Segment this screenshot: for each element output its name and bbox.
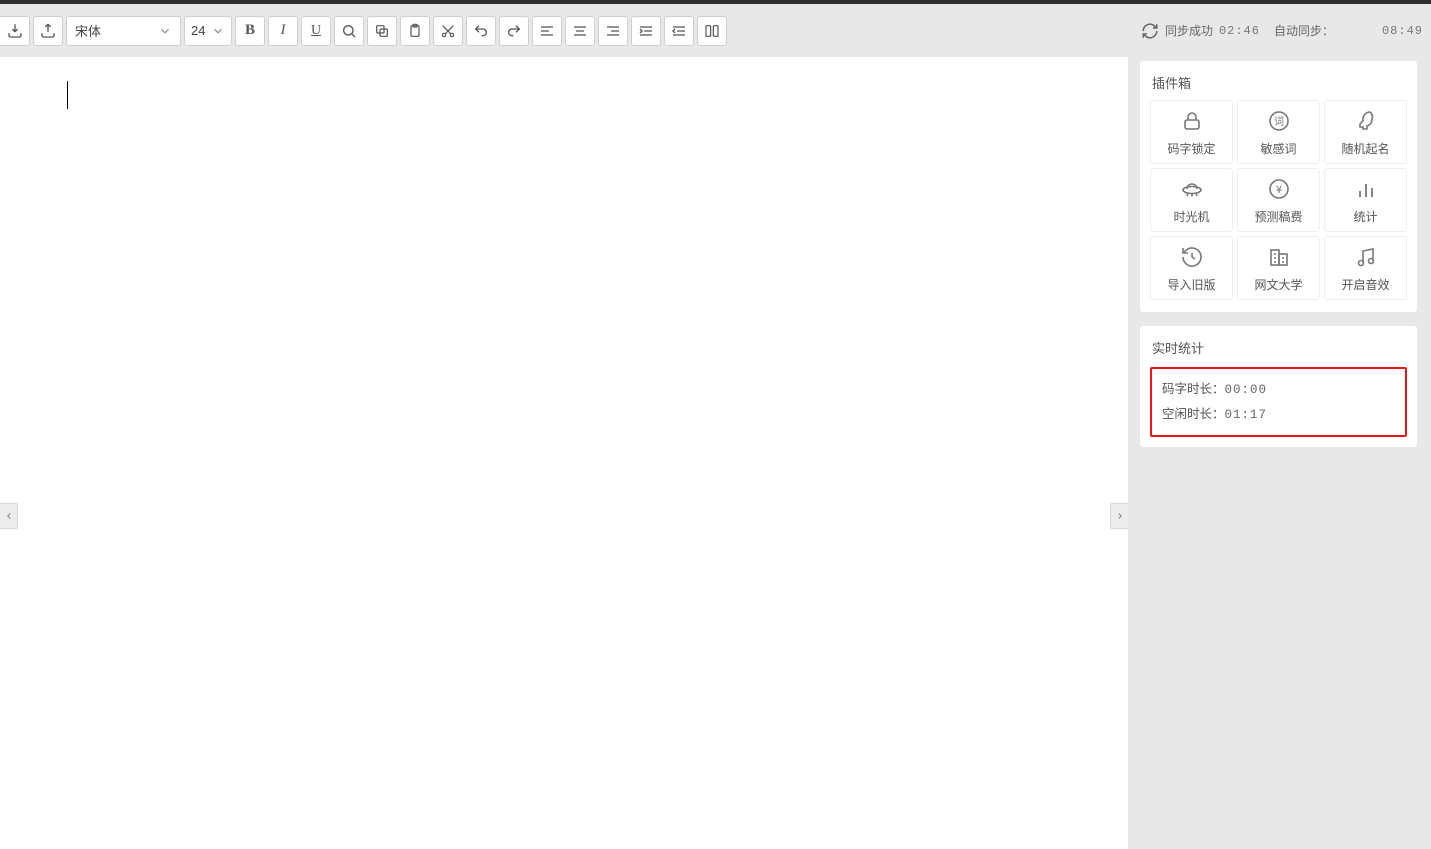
plugin-sensitive-words[interactable]: 词 敏感词 xyxy=(1237,100,1320,164)
plugin-label: 随机起名 xyxy=(1341,140,1389,157)
align-center-button[interactable] xyxy=(565,16,595,46)
import-button[interactable] xyxy=(0,16,30,46)
stat-typing-label: 码字时长： xyxy=(1162,382,1225,396)
undo-button[interactable] xyxy=(466,16,496,46)
italic-icon: I xyxy=(281,22,286,39)
plugin-import-old[interactable]: 导入旧版 xyxy=(1150,236,1233,300)
outdent-icon xyxy=(671,23,687,39)
plugin-label: 导入旧版 xyxy=(1167,276,1215,293)
underline-icon: U xyxy=(311,23,321,39)
stat-typing-value: 00:00 xyxy=(1225,383,1268,397)
plugin-label: 开启音效 xyxy=(1341,276,1389,293)
cut-button[interactable] xyxy=(433,16,463,46)
outdent-button[interactable] xyxy=(664,16,694,46)
font-size-value: 24 xyxy=(191,23,205,38)
upload-out-icon xyxy=(39,22,57,40)
plugin-random-name[interactable]: 随机起名 xyxy=(1324,100,1407,164)
plugins-grid: 码字锁定 词 敏感词 随机起名 xyxy=(1150,100,1407,300)
plugin-lock-typing[interactable]: 码字锁定 xyxy=(1150,100,1233,164)
sync-icon xyxy=(1141,22,1159,40)
paste-button[interactable] xyxy=(400,16,430,46)
undo-icon xyxy=(473,23,489,39)
chevron-left-icon xyxy=(4,509,14,523)
typesetting-button[interactable] xyxy=(697,16,727,46)
plugin-label: 敏感词 xyxy=(1260,140,1296,157)
search-icon xyxy=(341,23,357,39)
yen-icon: ¥ xyxy=(1267,176,1291,202)
bar-chart-icon xyxy=(1354,176,1378,202)
copy-icon xyxy=(374,23,390,39)
plugin-label: 预测稿费 xyxy=(1254,208,1302,225)
indent-icon xyxy=(638,23,654,39)
plugin-label: 时光机 xyxy=(1173,208,1209,225)
underline-button[interactable]: U xyxy=(301,16,331,46)
plugins-panel-title: 插件箱 xyxy=(1150,71,1407,100)
head-icon xyxy=(1354,108,1378,134)
plugin-enable-sound[interactable]: 开启音效 xyxy=(1324,236,1407,300)
main-area: 插件箱 码字锁定 词 敏感词 xyxy=(0,57,1431,849)
sync-status-label: 同步成功 xyxy=(1165,22,1213,39)
history-icon xyxy=(1180,244,1204,270)
clock-time: 08:49 xyxy=(1382,24,1423,38)
indent-button[interactable] xyxy=(631,16,661,46)
redo-icon xyxy=(506,23,522,39)
italic-button[interactable]: I xyxy=(268,16,298,46)
plugin-statistics[interactable]: 统计 xyxy=(1324,168,1407,232)
stat-idle-label: 空闲时长： xyxy=(1162,407,1225,421)
chevron-right-icon xyxy=(1115,509,1125,523)
stats-panel-title: 实时统计 xyxy=(1150,336,1407,361)
svg-text:词: 词 xyxy=(1274,116,1284,128)
next-chapter-button[interactable] xyxy=(1110,503,1128,529)
font-family-value: 宋体 xyxy=(75,21,101,40)
chevron-down-icon xyxy=(211,24,225,38)
realtime-stats-panel: 实时统计 码字时长：00:00 空闲时长：01:17 xyxy=(1140,326,1417,447)
align-left-button[interactable] xyxy=(532,16,562,46)
editor-wrap xyxy=(0,57,1128,849)
prev-chapter-button[interactable] xyxy=(0,503,18,529)
auto-sync-label: 自动同步： xyxy=(1274,22,1334,39)
toolbar-left: 宋体 24 B I U xyxy=(0,16,727,46)
plugin-wangwen-university[interactable]: 网文大学 xyxy=(1237,236,1320,300)
building-icon xyxy=(1267,244,1291,270)
lock-icon xyxy=(1180,108,1204,134)
layout-icon xyxy=(704,23,720,39)
toolbar: 宋体 24 B I U xyxy=(0,4,1431,57)
align-center-icon xyxy=(572,23,588,39)
font-family-select[interactable]: 宋体 xyxy=(66,16,181,46)
download-in-icon xyxy=(6,22,24,40)
copy-button[interactable] xyxy=(367,16,397,46)
plugin-label: 网文大学 xyxy=(1254,276,1302,293)
bold-button[interactable]: B xyxy=(235,16,265,46)
align-right-icon xyxy=(605,23,621,39)
toolbar-right: 同步成功 02:46 自动同步： 08:49 xyxy=(1141,22,1423,40)
plugin-label: 码字锁定 xyxy=(1167,140,1215,157)
editor-canvas[interactable] xyxy=(0,57,1128,849)
redo-button[interactable] xyxy=(499,16,529,46)
stat-typing-duration: 码字时长：00:00 xyxy=(1162,377,1395,402)
svg-text:¥: ¥ xyxy=(1274,184,1282,196)
sync-status-time: 02:46 xyxy=(1219,24,1260,38)
align-right-button[interactable] xyxy=(598,16,628,46)
sync-status: 同步成功 02:46 xyxy=(1141,22,1260,40)
plugin-predict-income[interactable]: ¥ 预测稿费 xyxy=(1237,168,1320,232)
text-cursor xyxy=(67,81,68,109)
music-icon xyxy=(1354,244,1378,270)
sidebar: 插件箱 码字锁定 词 敏感词 xyxy=(1128,57,1431,849)
plugin-time-machine[interactable]: 时光机 xyxy=(1150,168,1233,232)
word-icon: 词 xyxy=(1267,108,1291,134)
export-button[interactable] xyxy=(33,16,63,46)
ufo-icon xyxy=(1179,176,1205,202)
cut-icon xyxy=(440,23,456,39)
chevron-down-icon xyxy=(158,24,172,38)
paste-icon xyxy=(407,23,423,39)
plugins-panel: 插件箱 码字锁定 词 敏感词 xyxy=(1140,61,1417,312)
bold-icon: B xyxy=(245,22,255,39)
font-size-select[interactable]: 24 xyxy=(184,16,232,46)
stat-idle-duration: 空闲时长：01:17 xyxy=(1162,402,1395,427)
search-button[interactable] xyxy=(334,16,364,46)
stat-idle-value: 01:17 xyxy=(1225,408,1268,422)
align-left-icon xyxy=(539,23,555,39)
plugin-label: 统计 xyxy=(1353,208,1377,225)
stats-highlight-box: 码字时长：00:00 空闲时长：01:17 xyxy=(1150,367,1407,437)
